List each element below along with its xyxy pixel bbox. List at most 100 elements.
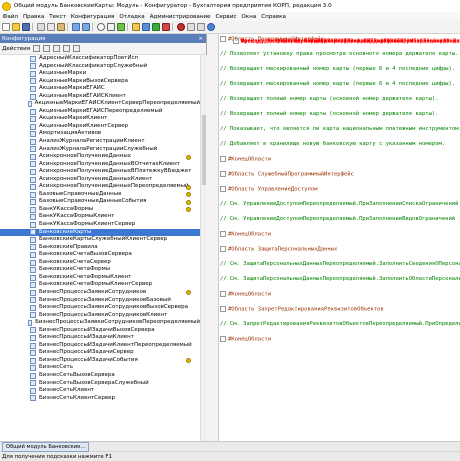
tree-item[interactable]: БанковскиеПравила bbox=[0, 244, 200, 252]
expand-icon[interactable] bbox=[23, 132, 28, 137]
update-db-icon[interactable] bbox=[142, 23, 150, 31]
expand-icon[interactable] bbox=[23, 260, 28, 265]
tree-item[interactable]: БизнесСетьВызовСервера bbox=[0, 372, 200, 380]
expand-icon[interactable] bbox=[23, 169, 28, 174]
expand-icon[interactable] bbox=[23, 336, 28, 341]
tree-item[interactable]: БизнесПроцессыИЗадачиВызовСервера bbox=[0, 327, 200, 335]
fold-toggle-icon[interactable] bbox=[220, 291, 226, 297]
tree-item[interactable]: АсинхронноеПолучениеДанных bbox=[0, 153, 200, 161]
fold-toggle-icon[interactable] bbox=[220, 336, 226, 342]
expand-icon[interactable] bbox=[23, 230, 28, 235]
code-line[interactable] bbox=[220, 119, 460, 127]
tree-item[interactable]: БизнесПроцессыЗаявкиСотрудниковВызовСерв… bbox=[0, 304, 200, 312]
paste-icon[interactable] bbox=[57, 23, 65, 31]
syntax-check-icon[interactable] bbox=[117, 23, 125, 31]
code-line[interactable]: // См. ЗащитаПерсональныхДанныхПереопред… bbox=[220, 276, 460, 284]
code-line[interactable]: #КонецОбласти bbox=[220, 291, 460, 299]
properties-icon[interactable] bbox=[63, 45, 71, 52]
redo-icon[interactable] bbox=[82, 23, 90, 31]
expand-icon[interactable] bbox=[23, 358, 28, 363]
expand-icon[interactable] bbox=[23, 237, 28, 242]
expand-icon[interactable] bbox=[23, 215, 28, 220]
code-line[interactable] bbox=[220, 239, 460, 247]
code-line[interactable] bbox=[220, 59, 460, 67]
code-line[interactable] bbox=[220, 329, 460, 337]
tree-item[interactable]: БизнесПроцессыИЗадачиСобытия bbox=[0, 357, 200, 365]
code-line[interactable] bbox=[220, 89, 460, 97]
expand-icon[interactable] bbox=[23, 86, 28, 91]
tree-item[interactable]: БизнесПроцессыИЗадачиКлиентПереопределяе… bbox=[0, 342, 200, 350]
debug-start-icon[interactable] bbox=[152, 23, 160, 31]
replace-icon[interactable] bbox=[107, 23, 115, 31]
tree-item[interactable]: БизнесСеть bbox=[0, 364, 200, 372]
expand-icon[interactable] bbox=[23, 373, 28, 378]
code-line[interactable]: // Показывает, что является ли карта нац… bbox=[220, 126, 460, 134]
code-line[interactable] bbox=[220, 209, 460, 217]
expand-icon[interactable] bbox=[23, 207, 28, 212]
expand-icon[interactable] bbox=[23, 79, 28, 84]
tree-item[interactable]: БанковскиеСчетаФормыКлиент bbox=[0, 274, 200, 282]
expand-icon[interactable] bbox=[23, 320, 26, 325]
code-line[interactable] bbox=[220, 134, 460, 142]
code-line[interactable] bbox=[220, 74, 460, 82]
delete-icon[interactable] bbox=[53, 45, 61, 52]
expand-icon[interactable] bbox=[23, 268, 28, 273]
tree-item[interactable]: БанковскиеКартыСлужебныйКлиентСервер bbox=[0, 236, 200, 244]
code-line[interactable]: // См. УправлениеДоступомПереопределяемы… bbox=[220, 201, 460, 209]
expand-icon[interactable] bbox=[23, 313, 28, 318]
expand-icon[interactable] bbox=[23, 351, 28, 356]
config-icon[interactable] bbox=[132, 23, 140, 31]
module-editor[interactable]: #Область ПрограммныйИнтерфейс// Позволяе… bbox=[207, 34, 460, 441]
expand-icon[interactable] bbox=[23, 71, 28, 76]
code-line[interactable] bbox=[220, 224, 460, 232]
menu-item[interactable]: Конфигурация bbox=[68, 14, 117, 20]
expand-icon[interactable] bbox=[23, 305, 28, 310]
undo-icon[interactable] bbox=[72, 23, 80, 31]
fold-toggle-icon[interactable] bbox=[220, 171, 226, 177]
code-line[interactable]: #КонецОбласти bbox=[220, 231, 460, 239]
expand-icon[interactable] bbox=[23, 124, 28, 129]
edit-icon[interactable] bbox=[43, 45, 51, 52]
expand-icon[interactable] bbox=[23, 381, 28, 386]
menu-item[interactable]: Администрирование bbox=[147, 14, 213, 20]
tree-item[interactable]: БизнесПроцессыЗаявкиСотрудников bbox=[0, 289, 200, 297]
code-line[interactable]: Процедура ПриОпределенииОбъектовСЗаблоки… bbox=[233, 38, 460, 46]
fold-toggle-icon[interactable] bbox=[233, 38, 239, 44]
fold-toggle-icon[interactable] bbox=[220, 36, 226, 42]
code-line[interactable] bbox=[220, 149, 460, 157]
expand-icon[interactable] bbox=[23, 117, 28, 122]
code-line[interactable]: // Возвращает полный номер карты (основн… bbox=[220, 111, 460, 119]
tree-item[interactable]: АкцизныеМаркиЕГАИС bbox=[0, 85, 200, 93]
tree-item[interactable]: БизнесПроцессыИЗадачиКлиент bbox=[0, 334, 200, 342]
expand-icon[interactable] bbox=[23, 396, 28, 401]
tree-item[interactable]: БизнесСетьВызовСервераСлужебный bbox=[0, 380, 200, 388]
tree-item[interactable]: АсинхронноеПолучениеДанныхПереопределяем… bbox=[0, 183, 200, 191]
expand-icon[interactable] bbox=[23, 154, 28, 159]
expand-icon[interactable] bbox=[23, 298, 28, 303]
code-line[interactable]: #Область УправлениеДоступом bbox=[220, 186, 460, 194]
tree-item[interactable]: АнализЖурналаРегистрацииКлиент bbox=[0, 138, 200, 146]
code-line[interactable] bbox=[220, 284, 460, 292]
expand-icon[interactable] bbox=[23, 102, 26, 107]
scrollbar-thumb[interactable] bbox=[202, 115, 206, 185]
code-line[interactable] bbox=[220, 194, 460, 202]
fold-toggle-icon[interactable] bbox=[220, 156, 226, 162]
menu-item[interactable]: Сервис bbox=[213, 14, 239, 20]
debug-stop-icon[interactable] bbox=[162, 23, 170, 31]
tree-item[interactable]: АдресныйКлассификаторСлужебный bbox=[0, 63, 200, 71]
tree-item[interactable]: БизнесПроцессыЗаявкиСотрудниковПереопред… bbox=[0, 319, 200, 327]
code-line[interactable]: #Область ЗапретРедактированияРеквизитовО… bbox=[220, 306, 460, 314]
tree-item[interactable]: АдресныйКлассификаторПовтИсп bbox=[0, 55, 200, 63]
module-window-tab[interactable]: Общий модуль Банковские... bbox=[2, 441, 90, 452]
copy-icon[interactable] bbox=[47, 23, 55, 31]
add-icon[interactable] bbox=[33, 45, 41, 52]
tree-item[interactable]: БанкУКассаФормыКлиент bbox=[0, 213, 200, 221]
expand-icon[interactable] bbox=[23, 366, 28, 371]
search-icon[interactable] bbox=[73, 45, 81, 52]
fold-toggle-icon[interactable] bbox=[220, 246, 226, 252]
tree-item[interactable]: АкцизныеМаркиЕГАИСПереопределяемый bbox=[0, 108, 200, 116]
expand-icon[interactable] bbox=[23, 252, 28, 257]
expand-icon[interactable] bbox=[23, 177, 28, 182]
expand-icon[interactable] bbox=[23, 388, 28, 393]
code-line[interactable] bbox=[220, 299, 460, 307]
